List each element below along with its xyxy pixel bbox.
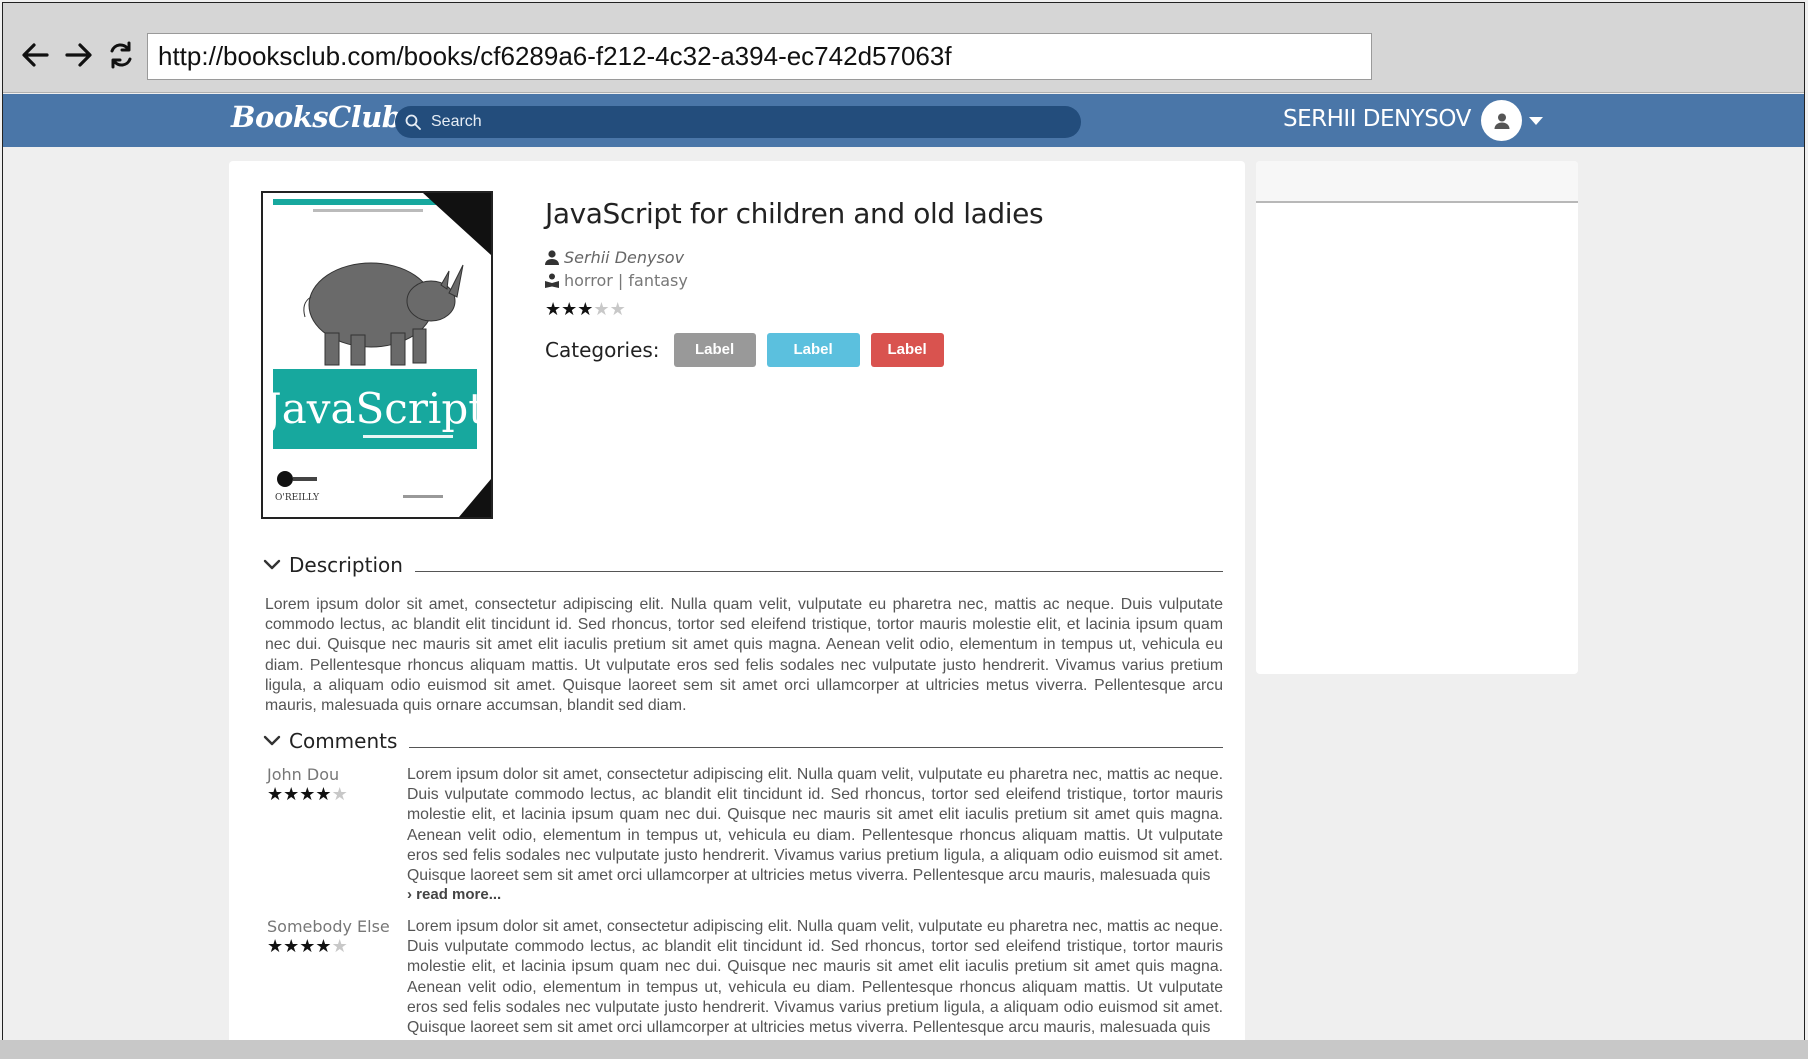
comment-rating-stars: ★ ★ ★ ★ ★ — [267, 937, 348, 955]
book-author[interactable]: Serhii Denysov — [564, 248, 684, 267]
star-filled-icon: ★ — [267, 784, 284, 804]
browser-toolbar: http://booksclub.com/books/cf6289a6-f212… — [3, 3, 1804, 93]
comment-author[interactable]: Somebody Else — [267, 917, 390, 936]
divider — [414, 570, 1223, 572]
star-filled-icon: ★ — [283, 784, 300, 804]
user-icon — [545, 250, 559, 265]
description-section-header[interactable]: Description — [263, 553, 1223, 577]
chevron-down-icon[interactable] — [263, 735, 281, 747]
book-reader-icon — [545, 273, 559, 288]
comment-rating-stars: ★ ★ ★ ★ ★ — [267, 785, 348, 803]
user-name[interactable]: SERHII DENYSOV — [1283, 106, 1471, 132]
star-filled-icon: ★ — [315, 936, 332, 956]
divider — [409, 746, 1223, 748]
cover-publisher: O'REILLY — [275, 493, 320, 503]
star-empty-icon: ★ — [331, 936, 348, 956]
read-more-link[interactable]: › read more... — [407, 886, 501, 903]
description-heading[interactable]: Description — [289, 553, 403, 577]
category-label-blue[interactable]: Label — [766, 333, 860, 367]
categories-label: Categories: — [545, 338, 660, 362]
book-author-row: Serhii Denysov — [545, 248, 684, 267]
comments-section-header[interactable]: Comments — [263, 729, 1223, 753]
cover-title: JavaScript — [263, 384, 485, 433]
read-more-label[interactable]: read more... — [416, 886, 501, 903]
category-label-red[interactable]: Label — [870, 333, 944, 367]
star-filled-icon: ★ — [545, 299, 562, 320]
user-avatar-icon[interactable] — [1481, 100, 1522, 141]
search-bar[interactable] — [395, 106, 1081, 138]
category-label-gray[interactable]: Label — [673, 333, 756, 367]
star-empty-icon: ★ — [609, 299, 626, 320]
browser-window: http://booksclub.com/books/cf6289a6-f212… — [2, 2, 1805, 1044]
app-header: BooksClub SERHII DENYSOV — [3, 94, 1804, 147]
comment-text: Lorem ipsum dolor sit amet, consectetur … — [407, 766, 1223, 885]
address-bar[interactable]: http://booksclub.com/books/cf6289a6-f212… — [147, 33, 1372, 80]
comments-heading[interactable]: Comments — [289, 729, 397, 753]
star-filled-icon: ★ — [577, 299, 594, 320]
user-menu-chevron-down-icon[interactable] — [1529, 117, 1543, 125]
book-title: JavaScript for children and old ladies — [545, 197, 1044, 230]
star-filled-icon: ★ — [283, 936, 300, 956]
search-input[interactable] — [429, 112, 1033, 132]
book-rating: ★ ★ ★ ★ ★ — [545, 301, 626, 319]
star-filled-icon: ★ — [267, 936, 284, 956]
book-details-card: JavaScript O'REILLY JavaScript for child… — [229, 161, 1245, 1043]
star-filled-icon: ★ — [299, 784, 316, 804]
star-empty-icon: ★ — [593, 299, 610, 320]
book-genres: horror | fantasy — [564, 271, 688, 290]
book-cover-image: JavaScript O'REILLY — [261, 191, 493, 519]
chevron-down-icon[interactable] — [263, 559, 281, 571]
site-logo[interactable]: BooksClub — [231, 100, 402, 134]
sidebar-card-header — [1256, 161, 1578, 203]
back-arrow-icon[interactable] — [17, 37, 53, 73]
description-text: Lorem ipsum dolor sit amet, consectetur … — [265, 596, 1223, 715]
star-empty-icon: ★ — [331, 784, 348, 804]
sidebar-card — [1256, 161, 1578, 674]
rating-stars: ★ ★ ★ ★ ★ — [545, 301, 626, 319]
forward-arrow-icon[interactable] — [61, 37, 97, 73]
star-filled-icon: ★ — [315, 784, 332, 804]
star-filled-icon: ★ — [299, 936, 316, 956]
horizontal-scrollbar[interactable] — [0, 1040, 1808, 1059]
cover-illustration: JavaScript O'REILLY — [263, 193, 491, 517]
star-filled-icon: ★ — [561, 299, 578, 320]
book-genres-row: horror | fantasy — [545, 271, 688, 290]
categories-row: Categories: Label Label Label — [545, 333, 955, 367]
search-icon — [405, 114, 421, 130]
comment-text: Lorem ipsum dolor sit amet, consectetur … — [407, 918, 1223, 1037]
comment-author[interactable]: John Dou — [267, 765, 339, 784]
refresh-icon[interactable] — [103, 37, 139, 73]
